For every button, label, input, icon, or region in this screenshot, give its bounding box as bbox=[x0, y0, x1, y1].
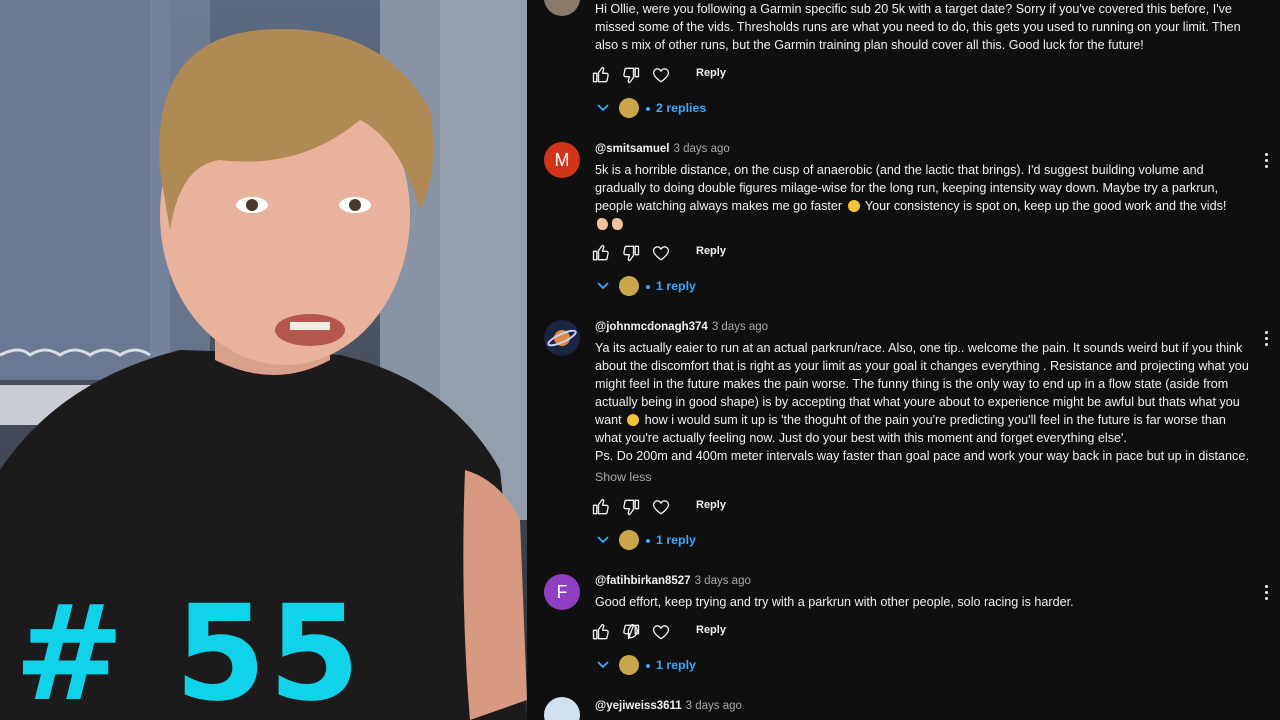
replies-count: 2 replies bbox=[656, 101, 707, 115]
chevron-down-icon bbox=[597, 661, 609, 669]
comment-actions: Reply bbox=[591, 243, 731, 263]
more-vertical-icon[interactable] bbox=[1265, 585, 1269, 601]
comment-paragraph: Hi Ollie, were you following a Garmin sp… bbox=[595, 2, 1241, 52]
comment-actions: Reply bbox=[591, 497, 731, 517]
reply-button[interactable]: Reply bbox=[696, 499, 726, 511]
show-less-button[interactable]: Show less bbox=[595, 470, 651, 484]
comment-author[interactable]: @yejiweiss3611 bbox=[595, 700, 682, 712]
comment-time[interactable]: 3 days ago bbox=[695, 575, 751, 587]
dislike-icon[interactable] bbox=[621, 65, 641, 85]
comment-text: Ya its actually eaier to run at an actua… bbox=[595, 339, 1255, 465]
commenter-avatar[interactable] bbox=[544, 697, 580, 720]
like-icon[interactable] bbox=[591, 622, 611, 642]
comment-time[interactable]: 3 days ago bbox=[686, 700, 742, 712]
comment-header: @yejiweiss3611 3 days ago bbox=[595, 700, 742, 712]
heart-icon[interactable] bbox=[651, 65, 671, 85]
like-icon[interactable] bbox=[591, 243, 611, 263]
avatar-letter: F bbox=[556, 581, 568, 602]
comment-text: Good effort, keep trying and try with a … bbox=[595, 593, 1255, 611]
like-icon[interactable] bbox=[591, 65, 611, 85]
separator-dot bbox=[646, 107, 650, 111]
planet-icon bbox=[547, 329, 577, 347]
dislike-icon[interactable] bbox=[621, 243, 641, 263]
comment-paragraph: Your consistency is spot on, keep up the… bbox=[864, 199, 1227, 213]
comment-header: @fatihbirkan8527 3 days ago bbox=[595, 575, 751, 587]
replies-count: 1 reply bbox=[656, 533, 696, 547]
chevron-down-icon bbox=[597, 536, 609, 544]
separator-dot bbox=[646, 664, 650, 668]
replies-count: 1 reply bbox=[656, 658, 696, 672]
creator-avatar bbox=[619, 98, 639, 118]
reply-button[interactable]: Reply bbox=[696, 67, 726, 79]
view-replies-toggle[interactable]: 1 reply bbox=[595, 276, 755, 298]
view-replies-toggle[interactable]: 1 reply bbox=[595, 655, 755, 677]
reply-button[interactable]: Reply bbox=[696, 245, 726, 257]
sweat-smile-emoji-icon bbox=[627, 414, 640, 426]
comment-paragraph: how i would sum it up is 'the thoguht of… bbox=[595, 413, 1226, 445]
chevron-down-icon bbox=[597, 104, 609, 112]
like-icon[interactable] bbox=[591, 497, 611, 517]
creator-avatar bbox=[619, 530, 639, 550]
comment-paragraph: Ps. Do 200m and 400m meter intervals way… bbox=[595, 449, 1249, 463]
avatar-letter: M bbox=[554, 149, 570, 170]
commenter-avatar[interactable] bbox=[544, 320, 580, 356]
comment-text: Hi Ollie, were you following a Garmin sp… bbox=[595, 0, 1255, 54]
commenter-avatar[interactable]: F bbox=[544, 574, 580, 610]
comment-author[interactable]: @smitsamuel bbox=[595, 143, 670, 155]
view-replies-toggle[interactable]: 1 reply bbox=[595, 530, 755, 552]
comment-paragraph: Good effort, keep trying and try with a … bbox=[595, 595, 1074, 609]
heart-icon[interactable] bbox=[651, 622, 671, 642]
creator-avatar bbox=[619, 655, 639, 675]
episode-number: # 55 bbox=[14, 577, 363, 720]
commenter-avatar[interactable] bbox=[544, 0, 580, 16]
laughing-emoji-icon bbox=[847, 200, 860, 212]
comment-time[interactable]: 3 days ago bbox=[674, 143, 730, 155]
chevron-down-icon bbox=[597, 282, 609, 290]
comment-header: @smitsamuel 3 days ago bbox=[595, 143, 730, 155]
comment-author[interactable]: @fatihbirkan8527 bbox=[595, 575, 691, 587]
more-vertical-icon[interactable] bbox=[1265, 153, 1269, 169]
heart-icon[interactable] bbox=[651, 497, 671, 517]
comment-header: @johnmcdonagh374 3 days ago bbox=[595, 321, 768, 333]
comment-author[interactable]: @johnmcdonagh374 bbox=[595, 321, 708, 333]
flexed-biceps-emoji-icon bbox=[597, 218, 608, 230]
replies-count: 1 reply bbox=[656, 279, 696, 293]
comment-time[interactable]: 3 days ago bbox=[712, 321, 768, 333]
separator-dot bbox=[646, 539, 650, 543]
dislike-icon[interactable] bbox=[621, 497, 641, 517]
heart-icon[interactable] bbox=[651, 243, 671, 263]
view-replies-toggle[interactable]: 2 replies bbox=[595, 98, 755, 120]
flexed-biceps-emoji-icon bbox=[612, 218, 623, 230]
reply-button[interactable]: Reply bbox=[696, 624, 726, 636]
comment-actions: Reply bbox=[591, 65, 731, 85]
comments-panel: Hi Ollie, were you following a Garmin sp… bbox=[527, 0, 1280, 720]
commenter-avatar[interactable]: M bbox=[544, 142, 580, 178]
comment-text: 5k is a horrible distance, on the cusp o… bbox=[595, 161, 1255, 233]
creator-avatar bbox=[619, 276, 639, 296]
comment-actions: Reply bbox=[591, 622, 731, 642]
separator-dot bbox=[646, 285, 650, 289]
video-frame: # 55 bbox=[0, 0, 527, 720]
dislike-icon[interactable] bbox=[621, 622, 641, 642]
more-vertical-icon[interactable] bbox=[1265, 331, 1269, 347]
